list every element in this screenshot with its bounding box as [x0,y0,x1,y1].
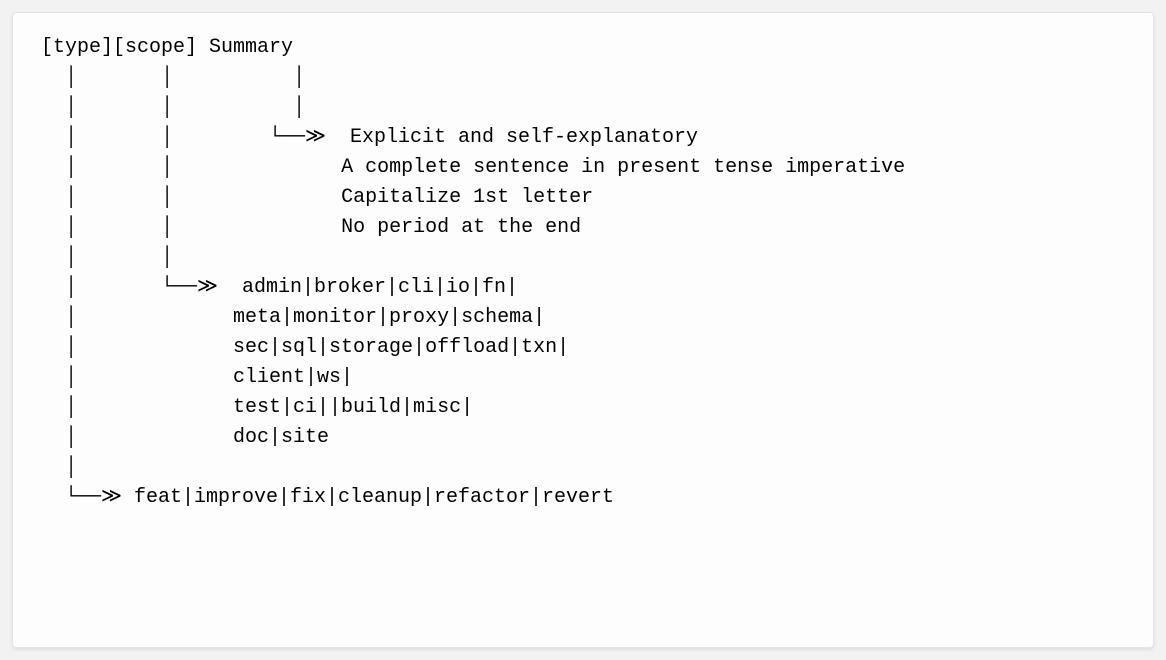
tree-stem-line: │ │ [41,246,173,269]
scope-values-line: │ meta|monitor|proxy|schema| [41,306,545,329]
scope-values-line: │ test|ci||build|misc| [41,396,473,419]
scope-values-line: │ sec|sql|storage|offload|txn| [41,336,569,359]
diagram-panel: [type][scope] Summary │ │ │ │ │ │ │ │ └─… [12,12,1154,648]
summary-rule: No period at the end [341,216,581,239]
scope-values-line: │ client|ws| [41,366,353,389]
commit-format-diagram: [type][scope] Summary │ │ │ │ │ │ │ │ └─… [41,33,1125,513]
summary-rule-line: │ │ No period at the end [41,216,581,239]
scope-values-line: │ doc|site [41,426,329,449]
page-stage: [type][scope] Summary │ │ │ │ │ │ │ │ └─… [0,0,1166,660]
tree-stem-line: │ │ │ [41,66,305,89]
header-line: [type][scope] Summary [41,36,293,59]
summary-arrow-line: │ │ └──≫ Explicit and self-explanatory [41,126,698,149]
scope-values: meta|monitor|proxy|schema| [233,306,545,329]
scope-values: doc|site [233,426,329,449]
summary-rule: Capitalize 1st letter [341,186,593,209]
summary-rule-line: │ │ A complete sentence in present tense… [41,156,905,179]
tree-stem-line: │ [41,456,77,479]
summary-rule: Explicit and self-explanatory [350,126,698,149]
scope-values: client|ws| [233,366,353,389]
tree-stem-line: │ │ │ [41,96,305,119]
scope-values: test|ci||build|misc| [233,396,473,419]
scope-values: sec|sql|storage|offload|txn| [233,336,569,359]
scope-arrow-line: │ └──≫ admin|broker|cli|io|fn| [41,276,518,299]
type-arrow-line: └──≫ feat|improve|fix|cleanup|refactor|r… [41,486,614,509]
summary-rule-line: │ │ Capitalize 1st letter [41,186,593,209]
summary-rule: A complete sentence in present tense imp… [341,156,905,179]
scope-values: admin|broker|cli|io|fn| [242,276,518,299]
type-values: feat|improve|fix|cleanup|refactor|revert [134,486,614,509]
